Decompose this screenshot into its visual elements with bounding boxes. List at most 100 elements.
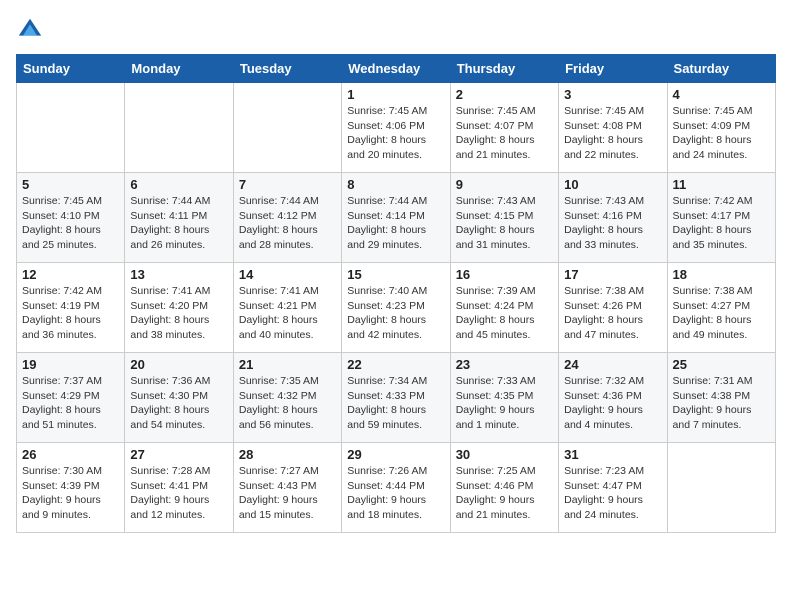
calendar-day-26: 26 Sunrise: 7:30 AM Sunset: 4:39 PM Dayli… [17,443,125,533]
calendar-week-row: 5 Sunrise: 7:45 AM Sunset: 4:10 PM Daylig… [17,173,776,263]
calendar-day-4: 4 Sunrise: 7:45 AM Sunset: 4:09 PM Daylig… [667,83,775,173]
day-number: 24 [564,357,661,372]
calendar-day-22: 22 Sunrise: 7:34 AM Sunset: 4:33 PM Dayli… [342,353,450,443]
day-number: 2 [456,87,553,102]
day-info: Sunrise: 7:44 AM Sunset: 4:12 PM Dayligh… [239,194,336,253]
calendar-day-18: 18 Sunrise: 7:38 AM Sunset: 4:27 PM Dayli… [667,263,775,353]
day-info: Sunrise: 7:43 AM Sunset: 4:16 PM Dayligh… [564,194,661,253]
day-info: Sunrise: 7:45 AM Sunset: 4:09 PM Dayligh… [673,104,770,163]
calendar-day-20: 20Sunrise: 7:36 AM Sunset: 4:30 PM Dayli… [125,353,233,443]
calendar-day-21: 21 Sunrise: 7:35 AM Sunset: 4:32 PM Dayli… [233,353,341,443]
day-number: 21 [239,357,336,372]
calendar-day-10: 10 Sunrise: 7:43 AM Sunset: 4:16 PM Dayli… [559,173,667,263]
calendar-header-saturday: Saturday [667,55,775,83]
logo-icon [16,16,44,44]
calendar-day-30: 30 Sunrise: 7:25 AM Sunset: 4:46 PM Dayli… [450,443,558,533]
day-number: 16 [456,267,553,282]
day-info: Sunrise: 7:39 AM Sunset: 4:24 PM Dayligh… [456,284,553,343]
calendar-day-19: 19 Sunrise: 7:37 AM Sunset: 4:29 PM Dayli… [17,353,125,443]
day-number: 28 [239,447,336,462]
day-number: 25 [673,357,770,372]
day-number: 14 [239,267,336,282]
day-number: 30 [456,447,553,462]
calendar-header-friday: Friday [559,55,667,83]
day-number: 1 [347,87,444,102]
day-number: 31 [564,447,661,462]
calendar-empty-cell [667,443,775,533]
day-number: 17 [564,267,661,282]
day-number: 5 [22,177,119,192]
day-number: 7 [239,177,336,192]
day-number: 26 [22,447,119,462]
calendar-day-12: 12 Sunrise: 7:42 AM Sunset: 4:19 PM Dayli… [17,263,125,353]
day-number: 23 [456,357,553,372]
day-number: 19 [22,357,119,372]
calendar-day-27: 27 Sunrise: 7:28 AM Sunset: 4:41 PM Dayli… [125,443,233,533]
day-number: 12 [22,267,119,282]
calendar-header-sunday: Sunday [17,55,125,83]
day-number: 18 [673,267,770,282]
day-info: Sunrise: 7:37 AM Sunset: 4:29 PM Dayligh… [22,374,119,433]
day-info: Sunrise: 7:44 AM Sunset: 4:14 PM Dayligh… [347,194,444,253]
day-info: Sunrise: 7:45 AM Sunset: 4:08 PM Dayligh… [564,104,661,163]
day-info: Sunrise: 7:45 AM Sunset: 4:07 PM Dayligh… [456,104,553,163]
calendar-day-15: 15Sunrise: 7:40 AM Sunset: 4:23 PM Dayli… [342,263,450,353]
calendar-day-14: 14 Sunrise: 7:41 AM Sunset: 4:21 PM Dayli… [233,263,341,353]
day-number: 4 [673,87,770,102]
day-info: Sunrise: 7:36 AM Sunset: 4:30 PM Dayligh… [130,374,227,433]
calendar-empty-cell [233,83,341,173]
day-info: Sunrise: 7:43 AM Sunset: 4:15 PM Dayligh… [456,194,553,253]
day-info: Sunrise: 7:32 AM Sunset: 4:36 PM Dayligh… [564,374,661,433]
day-info: Sunrise: 7:33 AM Sunset: 4:35 PM Dayligh… [456,374,553,433]
day-number: 27 [130,447,227,462]
calendar-header-tuesday: Tuesday [233,55,341,83]
calendar-day-3: 3 Sunrise: 7:45 AM Sunset: 4:08 PM Daylig… [559,83,667,173]
day-info: Sunrise: 7:23 AM Sunset: 4:47 PM Dayligh… [564,464,661,523]
day-info: Sunrise: 7:42 AM Sunset: 4:19 PM Dayligh… [22,284,119,343]
calendar-day-5: 5 Sunrise: 7:45 AM Sunset: 4:10 PM Daylig… [17,173,125,263]
day-number: 8 [347,177,444,192]
day-info: Sunrise: 7:25 AM Sunset: 4:46 PM Dayligh… [456,464,553,523]
day-info: Sunrise: 7:40 AM Sunset: 4:23 PM Dayligh… [347,284,444,343]
calendar-day-29: 29 Sunrise: 7:26 AM Sunset: 4:44 PM Dayli… [342,443,450,533]
day-info: Sunrise: 7:42 AM Sunset: 4:17 PM Dayligh… [673,194,770,253]
calendar-week-row: 26 Sunrise: 7:30 AM Sunset: 4:39 PM Dayli… [17,443,776,533]
day-info: Sunrise: 7:31 AM Sunset: 4:38 PM Dayligh… [673,374,770,433]
calendar-header-thursday: Thursday [450,55,558,83]
day-number: 22 [347,357,444,372]
day-info: Sunrise: 7:44 AM Sunset: 4:11 PM Dayligh… [130,194,227,253]
day-info: Sunrise: 7:41 AM Sunset: 4:21 PM Dayligh… [239,284,336,343]
day-number: 9 [456,177,553,192]
calendar-day-9: 9 Sunrise: 7:43 AM Sunset: 4:15 PM Daylig… [450,173,558,263]
day-info: Sunrise: 7:38 AM Sunset: 4:27 PM Dayligh… [673,284,770,343]
day-number: 3 [564,87,661,102]
calendar-day-17: 17 Sunrise: 7:38 AM Sunset: 4:26 PM Dayli… [559,263,667,353]
calendar-day-31: 31 Sunrise: 7:23 AM Sunset: 4:47 PM Dayli… [559,443,667,533]
calendar-header-wednesday: Wednesday [342,55,450,83]
calendar-table: SundayMondayTuesdayWednesdayThursdayFrid… [16,54,776,533]
calendar-day-11: 11 Sunrise: 7:42 AM Sunset: 4:17 PM Dayli… [667,173,775,263]
day-number: 6 [130,177,227,192]
day-info: Sunrise: 7:45 AM Sunset: 4:06 PM Dayligh… [347,104,444,163]
calendar-day-28: 28 Sunrise: 7:27 AM Sunset: 4:43 PM Dayli… [233,443,341,533]
day-info: Sunrise: 7:28 AM Sunset: 4:41 PM Dayligh… [130,464,227,523]
page-header [16,16,776,44]
day-info: Sunrise: 7:45 AM Sunset: 4:10 PM Dayligh… [22,194,119,253]
day-info: Sunrise: 7:38 AM Sunset: 4:26 PM Dayligh… [564,284,661,343]
day-info: Sunrise: 7:30 AM Sunset: 4:39 PM Dayligh… [22,464,119,523]
calendar-header-row: SundayMondayTuesdayWednesdayThursdayFrid… [17,55,776,83]
day-info: Sunrise: 7:35 AM Sunset: 4:32 PM Dayligh… [239,374,336,433]
day-number: 29 [347,447,444,462]
calendar-day-7: 7 Sunrise: 7:44 AM Sunset: 4:12 PM Daylig… [233,173,341,263]
calendar-day-8: 8 Sunrise: 7:44 AM Sunset: 4:14 PM Daylig… [342,173,450,263]
calendar-week-row: 12 Sunrise: 7:42 AM Sunset: 4:19 PM Dayli… [17,263,776,353]
calendar-day-16: 16 Sunrise: 7:39 AM Sunset: 4:24 PM Dayli… [450,263,558,353]
day-info: Sunrise: 7:34 AM Sunset: 4:33 PM Dayligh… [347,374,444,433]
day-info: Sunrise: 7:27 AM Sunset: 4:43 PM Dayligh… [239,464,336,523]
calendar-day-24: 24 Sunrise: 7:32 AM Sunset: 4:36 PM Dayli… [559,353,667,443]
calendar-day-2: 2 Sunrise: 7:45 AM Sunset: 4:07 PM Daylig… [450,83,558,173]
day-number: 10 [564,177,661,192]
day-info: Sunrise: 7:26 AM Sunset: 4:44 PM Dayligh… [347,464,444,523]
day-number: 11 [673,177,770,192]
calendar-day-23: 23 Sunrise: 7:33 AM Sunset: 4:35 PM Dayli… [450,353,558,443]
